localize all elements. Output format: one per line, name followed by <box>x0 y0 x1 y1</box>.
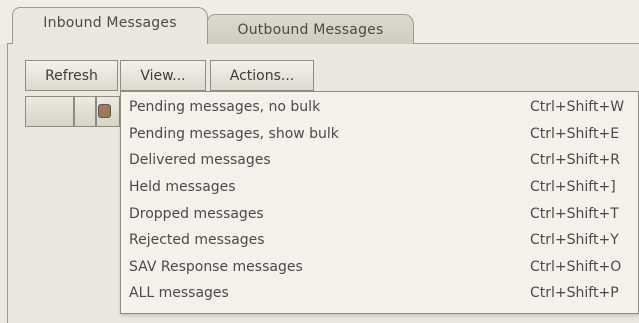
toolbar-segment[interactable] <box>74 96 96 127</box>
status-indicator-icon[interactable] <box>98 104 111 118</box>
menu-item-label: SAV Response messages <box>129 258 303 275</box>
menu-item-label: ALL messages <box>129 285 229 302</box>
menu-item-shortcut: Ctrl+Shift+] <box>530 179 616 196</box>
actions-button-label: Actions... <box>229 67 295 84</box>
menu-item[interactable]: Delivered messages Ctrl+Shift+R <box>121 147 639 174</box>
tab-inbound-messages[interactable]: Inbound Messages <box>12 7 208 44</box>
menu-item-shortcut: Ctrl+Shift+P <box>530 285 619 302</box>
tab-label: Inbound Messages <box>43 15 177 31</box>
tab-label: Outbound Messages <box>237 21 384 38</box>
menu-item[interactable]: SAV Response messages Ctrl+Shift+O <box>121 254 639 281</box>
refresh-button[interactable]: Refresh <box>25 60 118 91</box>
menu-item-label: Dropped messages <box>129 205 264 222</box>
menu-item-shortcut: Ctrl+Shift+T <box>530 205 619 222</box>
actions-menu-button[interactable]: Actions... <box>210 60 314 91</box>
menu-item-label: Delivered messages <box>129 152 271 169</box>
menu-item-shortcut: Ctrl+Shift+E <box>530 125 620 142</box>
menu-item-label: Pending messages, show bulk <box>129 125 339 142</box>
menu-item-label: Rejected messages <box>129 232 265 249</box>
menu-item-shortcut: Ctrl+Shift+W <box>530 99 625 116</box>
menu-item[interactable]: Pending messages, show bulk Ctrl+Shift+E <box>121 121 639 148</box>
tab-outbound-messages[interactable]: Outbound Messages <box>207 14 414 44</box>
view-button-label: View... <box>140 67 186 84</box>
menu-item[interactable]: Rejected messages Ctrl+Shift+Y <box>121 227 639 254</box>
menu-item[interactable]: Dropped messages Ctrl+Shift+T <box>121 200 639 227</box>
view-dropdown-menu: Pending messages, no bulk Ctrl+Shift+W Pen… <box>120 91 639 314</box>
menu-item-label: Held messages <box>129 179 236 196</box>
menu-item[interactable]: Pending messages, no bulk Ctrl+Shift+W <box>121 94 639 121</box>
toolbar-segment[interactable] <box>25 96 74 127</box>
menu-item-shortcut: Ctrl+Shift+O <box>530 258 622 275</box>
menu-item-label: Pending messages, no bulk <box>129 99 321 116</box>
menu-item[interactable]: Held messages Ctrl+Shift+] <box>121 174 639 201</box>
tab-strip: Inbound Messages Outbound Messages <box>0 0 639 44</box>
menu-item-shortcut: Ctrl+Shift+R <box>530 152 620 169</box>
view-menu-button[interactable]: View... <box>120 60 206 91</box>
refresh-button-label: Refresh <box>45 67 98 84</box>
menu-item[interactable]: ALL messages Ctrl+Shift+P <box>121 280 639 307</box>
menu-item-shortcut: Ctrl+Shift+Y <box>530 232 619 249</box>
